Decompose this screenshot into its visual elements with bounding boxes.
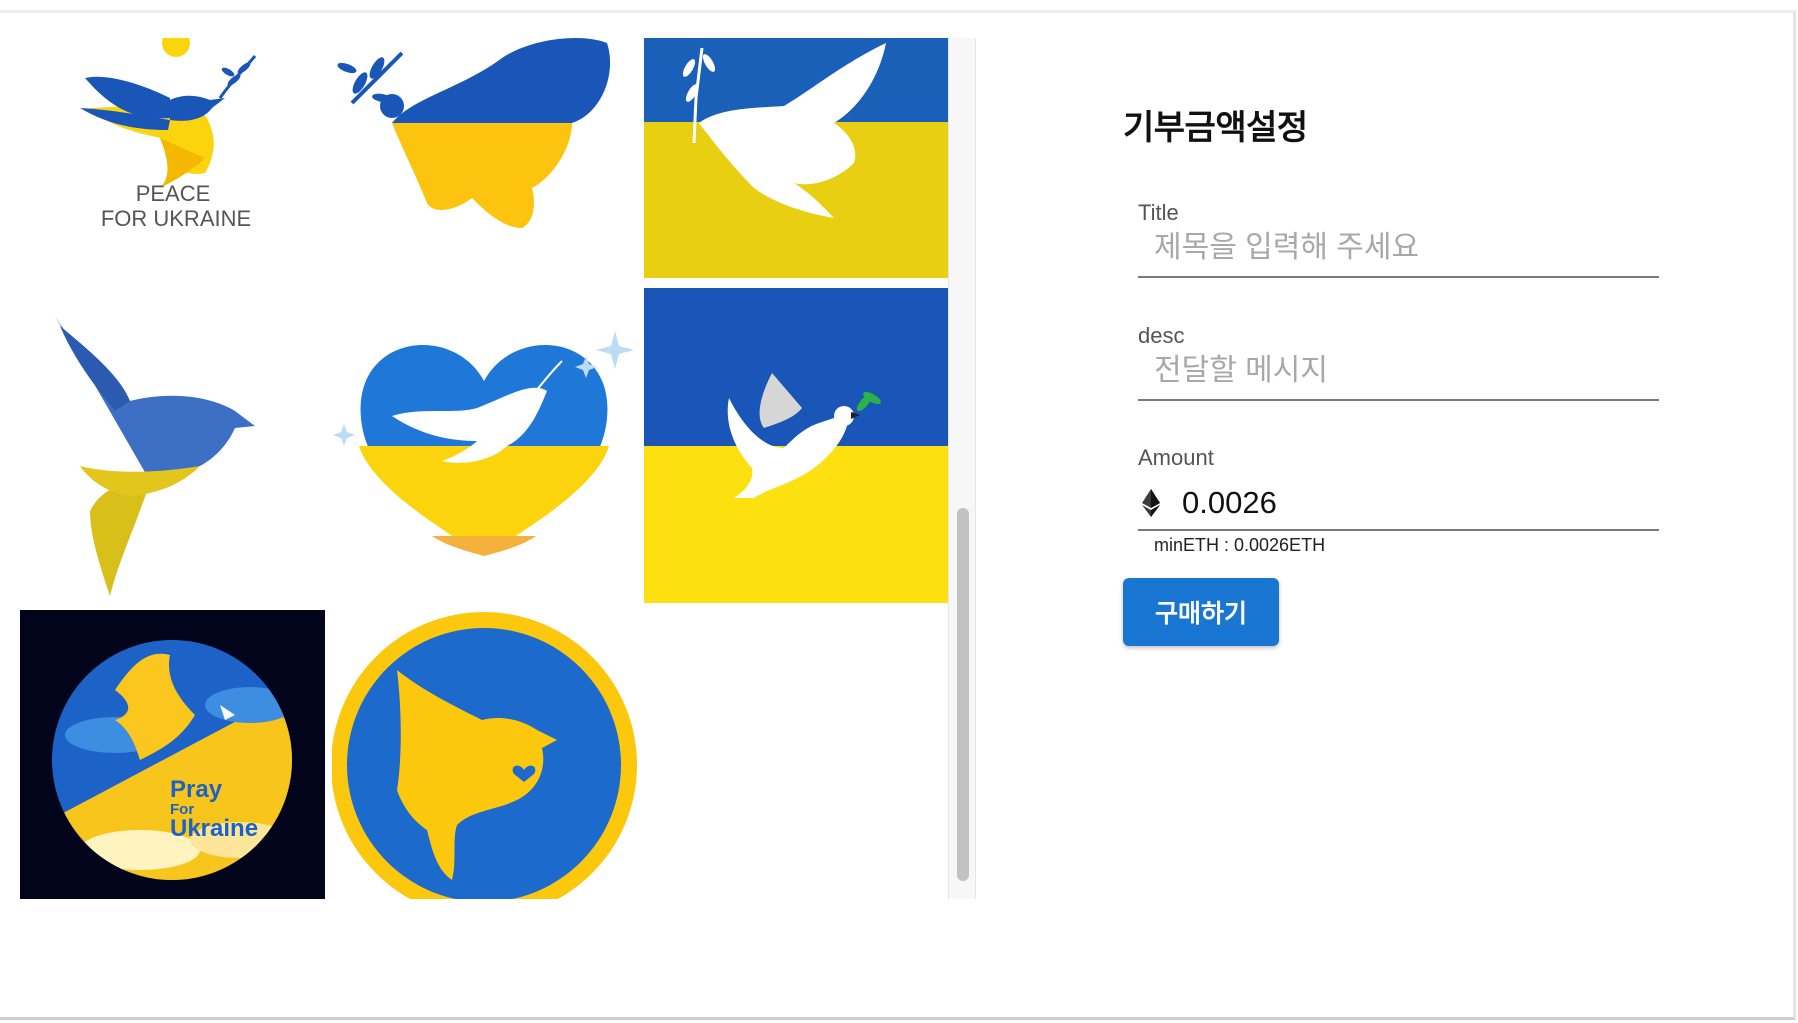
amount-value[interactable]: 0.0026 [1182,485,1277,521]
pray-for-ukraine-icon: Pray For Ukraine [52,640,292,880]
gallery-tile[interactable] [332,316,636,606]
title-field: Title [1138,200,1659,278]
desc-input[interactable] [1138,349,1659,401]
dove-flag-icon [644,38,948,278]
scrollbar-thumb[interactable] [957,508,969,881]
gallery-tile[interactable] [332,610,637,899]
desc-field: desc [1138,323,1659,401]
tile-text-line-1: Pray [170,776,223,803]
dove-flag-silhouette-icon [55,316,255,596]
gallery-tile[interactable] [644,288,948,603]
tile-text-line-3: Ukraine [170,815,258,842]
amount-field: Amount 0.0026 minETH : 0.0026ETH [1138,445,1659,556]
amount-helper-text: minETH : 0.0026ETH [1154,535,1326,555]
title-input[interactable] [1138,226,1659,278]
form-heading: 기부금액설정 [1123,109,1308,147]
title-label: Title [1138,200,1179,225]
dove-olive-branch-icon [337,38,611,228]
desc-label: desc [1138,323,1185,348]
buy-button[interactable]: 구매하기 [1123,578,1279,646]
gallery-tile[interactable]: PEACE FOR UKRAINE [20,38,324,283]
tile-text-line-2: FOR UKRAINE [101,206,251,231]
heart-dove-icon [333,331,634,556]
image-gallery: PEACE FOR UKRAINE Pray For Ukraine [20,38,950,899]
amount-label: Amount [1138,445,1214,470]
ethereum-icon [1142,489,1164,517]
gallery-tile[interactable] [20,316,324,606]
gallery-tile[interactable]: Pray For Ukraine [20,610,325,899]
tile-text-line-1: PEACE [136,181,211,206]
gallery-tile[interactable] [644,38,948,278]
amount-input[interactable]: 0.0026 [1138,477,1659,531]
gallery-scrollbar[interactable] [948,38,976,899]
dove-on-flag-icon [644,288,948,603]
gallery-tile[interactable] [332,38,636,283]
dove-peace-icon: PEACE FOR UKRAINE [80,38,257,231]
dove-heart-circle-icon [332,612,637,899]
